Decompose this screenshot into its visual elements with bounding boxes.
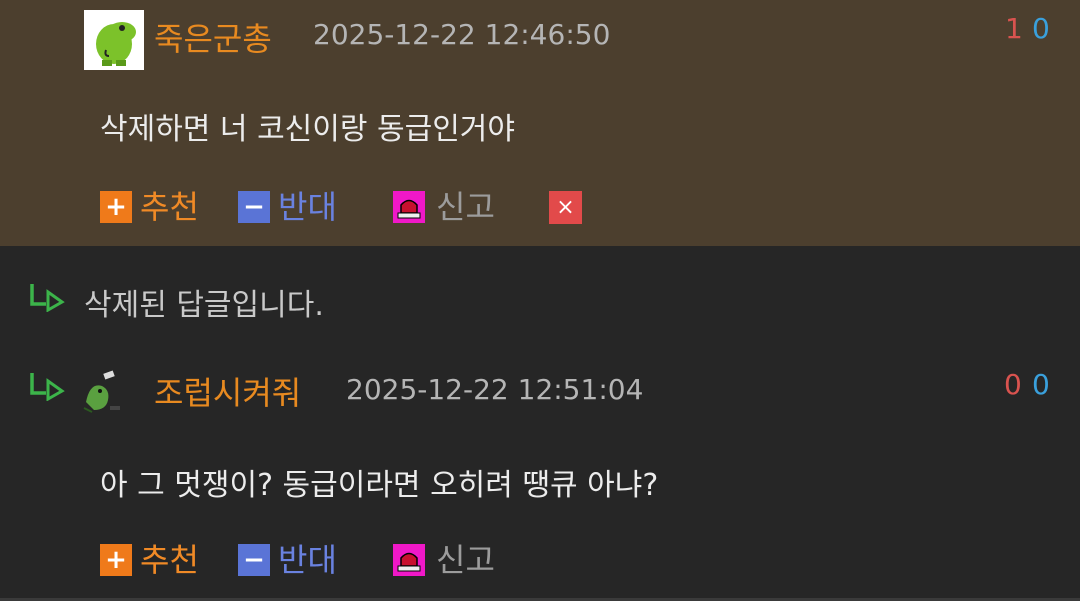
oppose-button[interactable]: 반대	[278, 535, 337, 581]
minus-icon[interactable]: −	[238, 544, 270, 576]
comment-text: 아 그 멋쟁이? 동급이라면 오히려 땡큐 아냐?	[100, 468, 659, 503]
comment-1: 죽은군총 2025-12-22 12:46:50 1 0 삭제하면 너 코신이랑…	[0, 0, 1080, 246]
recommend-button[interactable]: 추천	[140, 535, 199, 581]
avatar[interactable]	[80, 364, 124, 416]
comment-text: 삭제하면 너 코신이랑 동급인거야	[100, 112, 516, 147]
author-name[interactable]: 죽은군총	[154, 14, 272, 60]
down-count: 0	[1032, 12, 1050, 45]
reply-arrow-icon	[28, 371, 68, 405]
plus-icon[interactable]: +	[100, 191, 132, 223]
siren-icon[interactable]	[393, 544, 425, 576]
comment-highlighted: 죽은군총 2025-12-22 12:46:50 1 0 삭제하면 너 코신이랑…	[0, 0, 1080, 246]
comment-datetime: 2025-12-22 12:46:50	[313, 18, 611, 51]
report-button[interactable]: 신고	[436, 182, 495, 228]
down-count: 0	[1032, 368, 1050, 401]
reply-arrow-icon	[28, 282, 68, 316]
author-name[interactable]: 조럽시켜줘	[154, 368, 301, 414]
minus-icon[interactable]: −	[238, 191, 270, 223]
report-button[interactable]: 신고	[436, 535, 495, 581]
dino-avatar-icon	[84, 10, 144, 70]
up-count: 1	[1005, 12, 1023, 45]
up-count: 0	[1004, 368, 1022, 401]
deleted-reply-text: 삭제된 답글입니다.	[84, 288, 324, 323]
plus-icon[interactable]: +	[100, 544, 132, 576]
recommend-button[interactable]: 추천	[140, 182, 199, 228]
comment-datetime: 2025-12-22 12:51:04	[346, 373, 644, 406]
close-icon[interactable]: ×	[549, 191, 582, 224]
lizard-avatar-icon	[83, 370, 120, 413]
oppose-button[interactable]: 반대	[278, 182, 337, 228]
avatar[interactable]	[84, 10, 144, 70]
siren-icon[interactable]	[393, 191, 425, 223]
